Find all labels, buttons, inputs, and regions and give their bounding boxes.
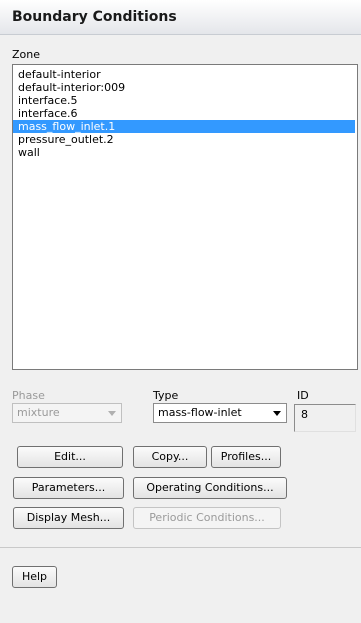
zone-item-default-interior[interactable]: default-interior bbox=[13, 68, 355, 81]
separator bbox=[0, 547, 361, 548]
panel-title: Boundary Conditions bbox=[12, 9, 177, 25]
phase-label: Phase bbox=[12, 389, 45, 402]
operating-conditions-button[interactable]: Operating Conditions... bbox=[133, 477, 287, 499]
id-field[interactable]: 8 bbox=[294, 404, 356, 432]
type-select[interactable]: mass-flow-inlet bbox=[153, 403, 287, 423]
zone-item-wall[interactable]: wall bbox=[13, 146, 355, 159]
copy-button[interactable]: Copy... bbox=[133, 446, 207, 468]
periodic-conditions-button[interactable]: Periodic Conditions... bbox=[133, 507, 281, 529]
phase-select[interactable]: mixture bbox=[12, 403, 122, 423]
zone-list[interactable]: default-interior default-interior:009 in… bbox=[12, 64, 358, 370]
panel-header: Boundary Conditions bbox=[0, 0, 361, 35]
id-value: 8 bbox=[301, 408, 308, 421]
zone-item-mass-flow-inlet-1[interactable]: mass_flow_inlet.1 bbox=[13, 120, 355, 133]
zone-item-interface-6[interactable]: interface.6 bbox=[13, 107, 355, 120]
parameters-button[interactable]: Parameters... bbox=[13, 477, 124, 499]
edit-button[interactable]: Edit... bbox=[17, 446, 123, 468]
profiles-button[interactable]: Profiles... bbox=[211, 446, 281, 468]
chevron-down-icon bbox=[108, 411, 116, 416]
display-mesh-button[interactable]: Display Mesh... bbox=[13, 507, 124, 529]
type-select-value: mass-flow-inlet bbox=[158, 406, 242, 419]
zone-item-interface-5[interactable]: interface.5 bbox=[13, 94, 355, 107]
zone-item-default-interior-009[interactable]: default-interior:009 bbox=[13, 81, 355, 94]
zone-item-pressure-outlet-2[interactable]: pressure_outlet.2 bbox=[13, 133, 355, 146]
help-button[interactable]: Help bbox=[12, 566, 57, 588]
type-label: Type bbox=[153, 389, 179, 402]
zone-label: Zone bbox=[12, 48, 41, 61]
id-label: ID bbox=[297, 389, 309, 402]
phase-select-value: mixture bbox=[17, 406, 60, 419]
chevron-down-icon bbox=[273, 411, 281, 416]
